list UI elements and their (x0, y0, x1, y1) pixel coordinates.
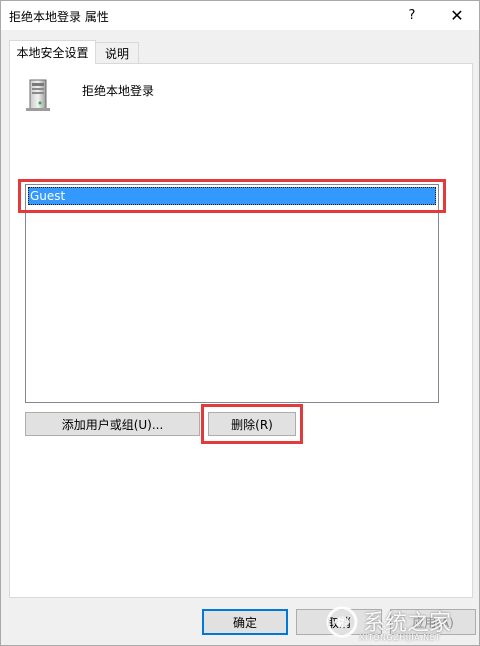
apply-button[interactable]: 应用(A) (390, 609, 476, 635)
remove-button[interactable]: 删除(R) (208, 412, 296, 436)
user-group-list[interactable]: Guest (25, 184, 439, 403)
tab-local-security-setting[interactable]: 本地安全设置 (9, 40, 96, 64)
tab-label: 本地安全设置 (16, 46, 89, 60)
list-item-guest[interactable]: Guest (28, 187, 436, 205)
properties-dialog: 拒绝本地登录 属性 ? ✕ 本地安全设置 说明 拒绝本地登录 Guest 添加用… (0, 0, 480, 646)
close-button[interactable]: ✕ (434, 1, 480, 30)
tab-explain[interactable]: 说明 (95, 42, 139, 64)
tab-panel: 拒绝本地登录 Guest 添加用户或组(U)... 删除(R) (9, 63, 473, 598)
close-icon: ✕ (450, 6, 464, 25)
help-icon: ? (408, 8, 416, 23)
window-title: 拒绝本地登录 属性 (9, 10, 109, 24)
ok-button[interactable]: 确定 (202, 609, 288, 635)
title-bar: 拒绝本地登录 属性 ? ✕ (1, 1, 479, 30)
cancel-button[interactable]: 取消 (296, 609, 382, 635)
server-icon (26, 79, 50, 111)
add-user-or-group-button[interactable]: 添加用户或组(U)... (25, 412, 200, 436)
help-button[interactable]: ? (389, 1, 435, 30)
tab-label: 说明 (104, 47, 129, 61)
policy-title: 拒绝本地登录 (82, 84, 155, 98)
